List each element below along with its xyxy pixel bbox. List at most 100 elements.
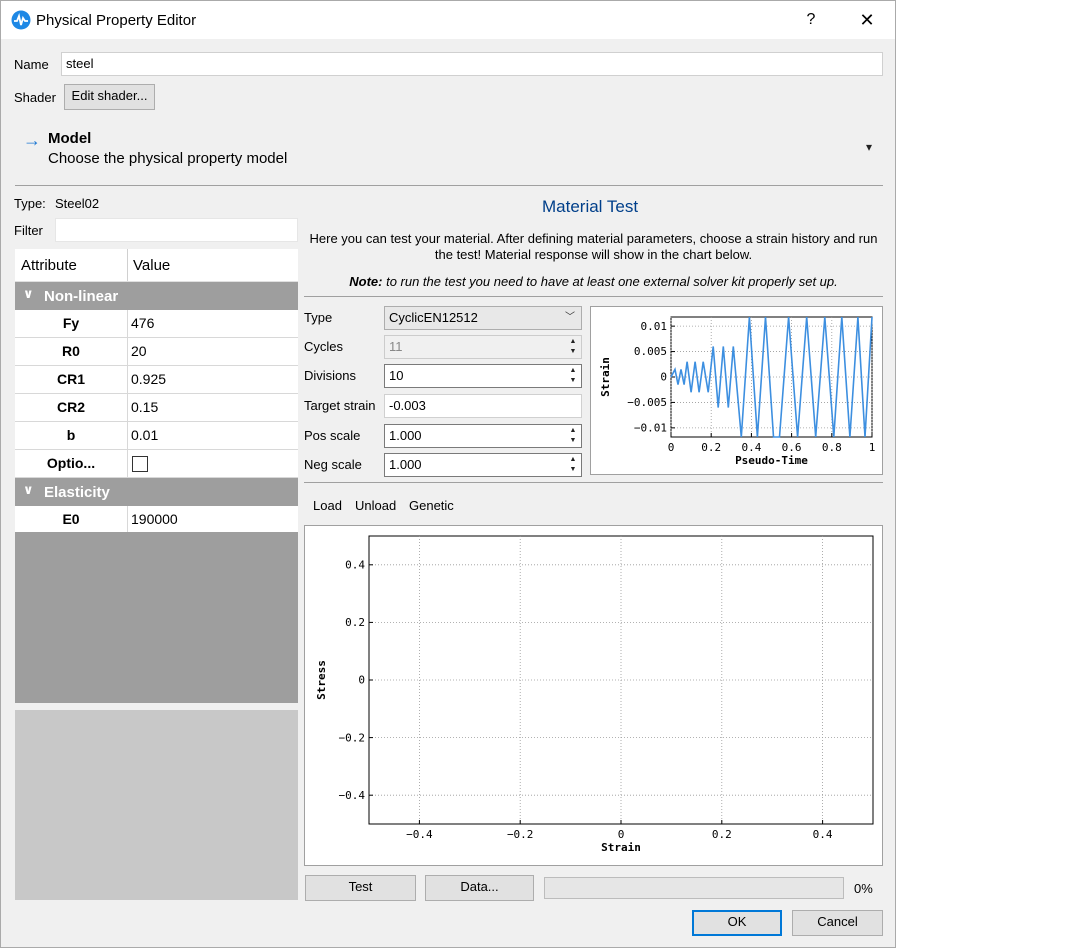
spin-down-icon: ▼ [569, 466, 577, 473]
chevron-down-icon: ▾ [866, 140, 873, 154]
spin-up-icon: ▲ [569, 338, 577, 345]
ok-button[interactable]: OK [692, 910, 782, 936]
spin-buttons[interactable]: ▲ ▼ [566, 455, 580, 475]
cycles-label: Cycles [304, 339, 344, 354]
x-tick-label: 1 [869, 441, 876, 454]
neg-scale-spinbox[interactable]: 1.000 ▲ ▼ [384, 453, 582, 477]
target-strain-input[interactable]: -0.003 [384, 394, 582, 418]
data-button[interactable]: Data... [425, 875, 534, 901]
y-axis-label: Stress [315, 660, 328, 700]
attribute-value[interactable]: 0.925 [131, 366, 166, 393]
table-row: CR2 0.15 [15, 394, 298, 422]
params-divider [304, 482, 883, 483]
group-elasticity[interactable]: ∨ Elasticity [15, 478, 298, 506]
y-tick-label: 0.2 [345, 616, 365, 629]
table-row: Optio... [15, 450, 298, 478]
stress-strain-chart: −0.4 −0.2 0 0.2 0.4 0.4 0.2 0 −0.2 −0.4 Strain Stre… [304, 525, 883, 866]
column-header-attribute[interactable]: Attribute [21, 257, 77, 274]
progress-text: 0% [854, 881, 873, 896]
x-tick-label: 0 [668, 441, 675, 454]
help-button[interactable]: ? [799, 9, 823, 31]
material-test-title: Material Test [542, 197, 639, 216]
x-tick-label: 0.8 [822, 441, 842, 454]
model-title: Model [48, 130, 92, 147]
spin-up-icon: ▲ [569, 367, 577, 374]
history-type-label: Type [304, 310, 333, 325]
stress-strain-svg: −0.4 −0.2 0 0.2 0.4 0.4 0.2 0 −0.2 −0.4 Strain Stre… [315, 535, 874, 854]
spin-buttons[interactable]: ▲ ▼ [566, 337, 580, 357]
model-divider [15, 185, 883, 186]
spin-buttons[interactable]: ▲ ▼ [566, 426, 580, 446]
group-label: Elasticity [44, 484, 110, 501]
attribute-value[interactable]: 190000 [131, 506, 178, 533]
spin-buttons[interactable]: ▲ ▼ [566, 366, 580, 386]
chevron-down-icon: ∨ [23, 286, 34, 301]
intro-line-1: Here you can test your material. After d… [309, 231, 878, 246]
title-bar: Physical Property Editor ? ✕ [1, 1, 895, 39]
spin-up-icon: ▲ [569, 456, 577, 463]
attribute-key: Optio... [15, 450, 128, 477]
x-tick-label: 0 [618, 828, 625, 841]
strain-history-chart: 0 0.2 0.4 0.6 0.8 1 0.01 0.005 0 −0.005 −0.01 Pseud… [590, 306, 883, 475]
edit-shader-button[interactable]: Edit shader... [64, 84, 155, 110]
attribute-value[interactable]: 20 [131, 338, 147, 365]
tab-unload[interactable]: Unload [355, 498, 396, 513]
tab-genetic[interactable]: Genetic [409, 498, 454, 513]
x-tick-label: 0.6 [782, 441, 802, 454]
options-checkbox[interactable] [132, 456, 148, 472]
close-button[interactable]: ✕ [853, 9, 881, 31]
attribute-key: CR2 [15, 394, 128, 421]
spin-up-icon: ▲ [569, 427, 577, 434]
type-value: Steel02 [55, 196, 100, 211]
neg-scale-value: 1.000 [389, 457, 422, 472]
pos-scale-label: Pos scale [304, 428, 361, 443]
y-tick-label: −0.2 [339, 731, 366, 744]
note-text: to run the test you need to have at leas… [382, 274, 838, 289]
group-non-linear[interactable]: ∨ Non-linear [15, 282, 298, 310]
test-button[interactable]: Test [305, 875, 416, 901]
cycles-spinbox[interactable]: 11 ▲ ▼ [384, 335, 582, 359]
divisions-spinbox[interactable]: 10 ▲ ▼ [384, 364, 582, 388]
pos-scale-value: 1.000 [389, 428, 422, 443]
type-label: Type: [14, 196, 46, 211]
app-icon [11, 10, 31, 30]
table-row: R0 20 [15, 338, 298, 366]
model-selector[interactable]: → Model Choose the physical property mod… [15, 121, 883, 177]
intro-line-2: the test! Material response will show in… [434, 247, 753, 262]
x-tick-label: 0.4 [813, 828, 833, 841]
arrow-right-icon: → [23, 130, 41, 150]
attribute-value[interactable]: 0.15 [131, 394, 158, 421]
name-input[interactable]: steel [61, 52, 883, 76]
filter-label: Filter [14, 223, 43, 238]
y-tick-label: 0 [660, 371, 667, 384]
x-tick-label: 0.2 [701, 441, 721, 454]
y-tick-label: 0.01 [641, 320, 668, 333]
column-separator [127, 249, 128, 281]
column-header-value[interactable]: Value [133, 257, 170, 274]
history-type-select[interactable]: CyclicEN12512 ﹀ [384, 306, 582, 330]
x-axis-label: Strain [601, 841, 641, 854]
divisions-value: 10 [389, 368, 404, 383]
cancel-button[interactable]: Cancel [792, 910, 883, 936]
pos-scale-spinbox[interactable]: 1.000 ▲ ▼ [384, 424, 582, 448]
attribute-value[interactable]: 0.01 [131, 422, 158, 449]
tab-load[interactable]: Load [313, 498, 342, 513]
neg-scale-label: Neg scale [304, 457, 362, 472]
physical-property-editor-window: Physical Property Editor ? ✕ Name steel … [0, 0, 896, 948]
y-tick-label: −0.01 [634, 422, 667, 435]
shader-label: Shader [14, 90, 56, 105]
table-header: Attribute Value [15, 249, 298, 282]
test-progress-bar [544, 877, 844, 899]
y-axis-label: Strain [599, 357, 612, 397]
x-tick-label: 0.4 [741, 441, 761, 454]
x-axis-label: Pseudo-Time [735, 454, 808, 467]
name-label: Name [14, 57, 49, 72]
description-pane [15, 710, 298, 900]
table-row: CR1 0.925 [15, 366, 298, 394]
attribute-value[interactable]: 476 [131, 310, 154, 337]
attribute-key: R0 [15, 338, 128, 365]
filter-input[interactable] [55, 218, 298, 242]
note-bold: Note: [349, 274, 383, 289]
divisions-label: Divisions [304, 368, 357, 383]
window-title: Physical Property Editor [36, 12, 197, 29]
